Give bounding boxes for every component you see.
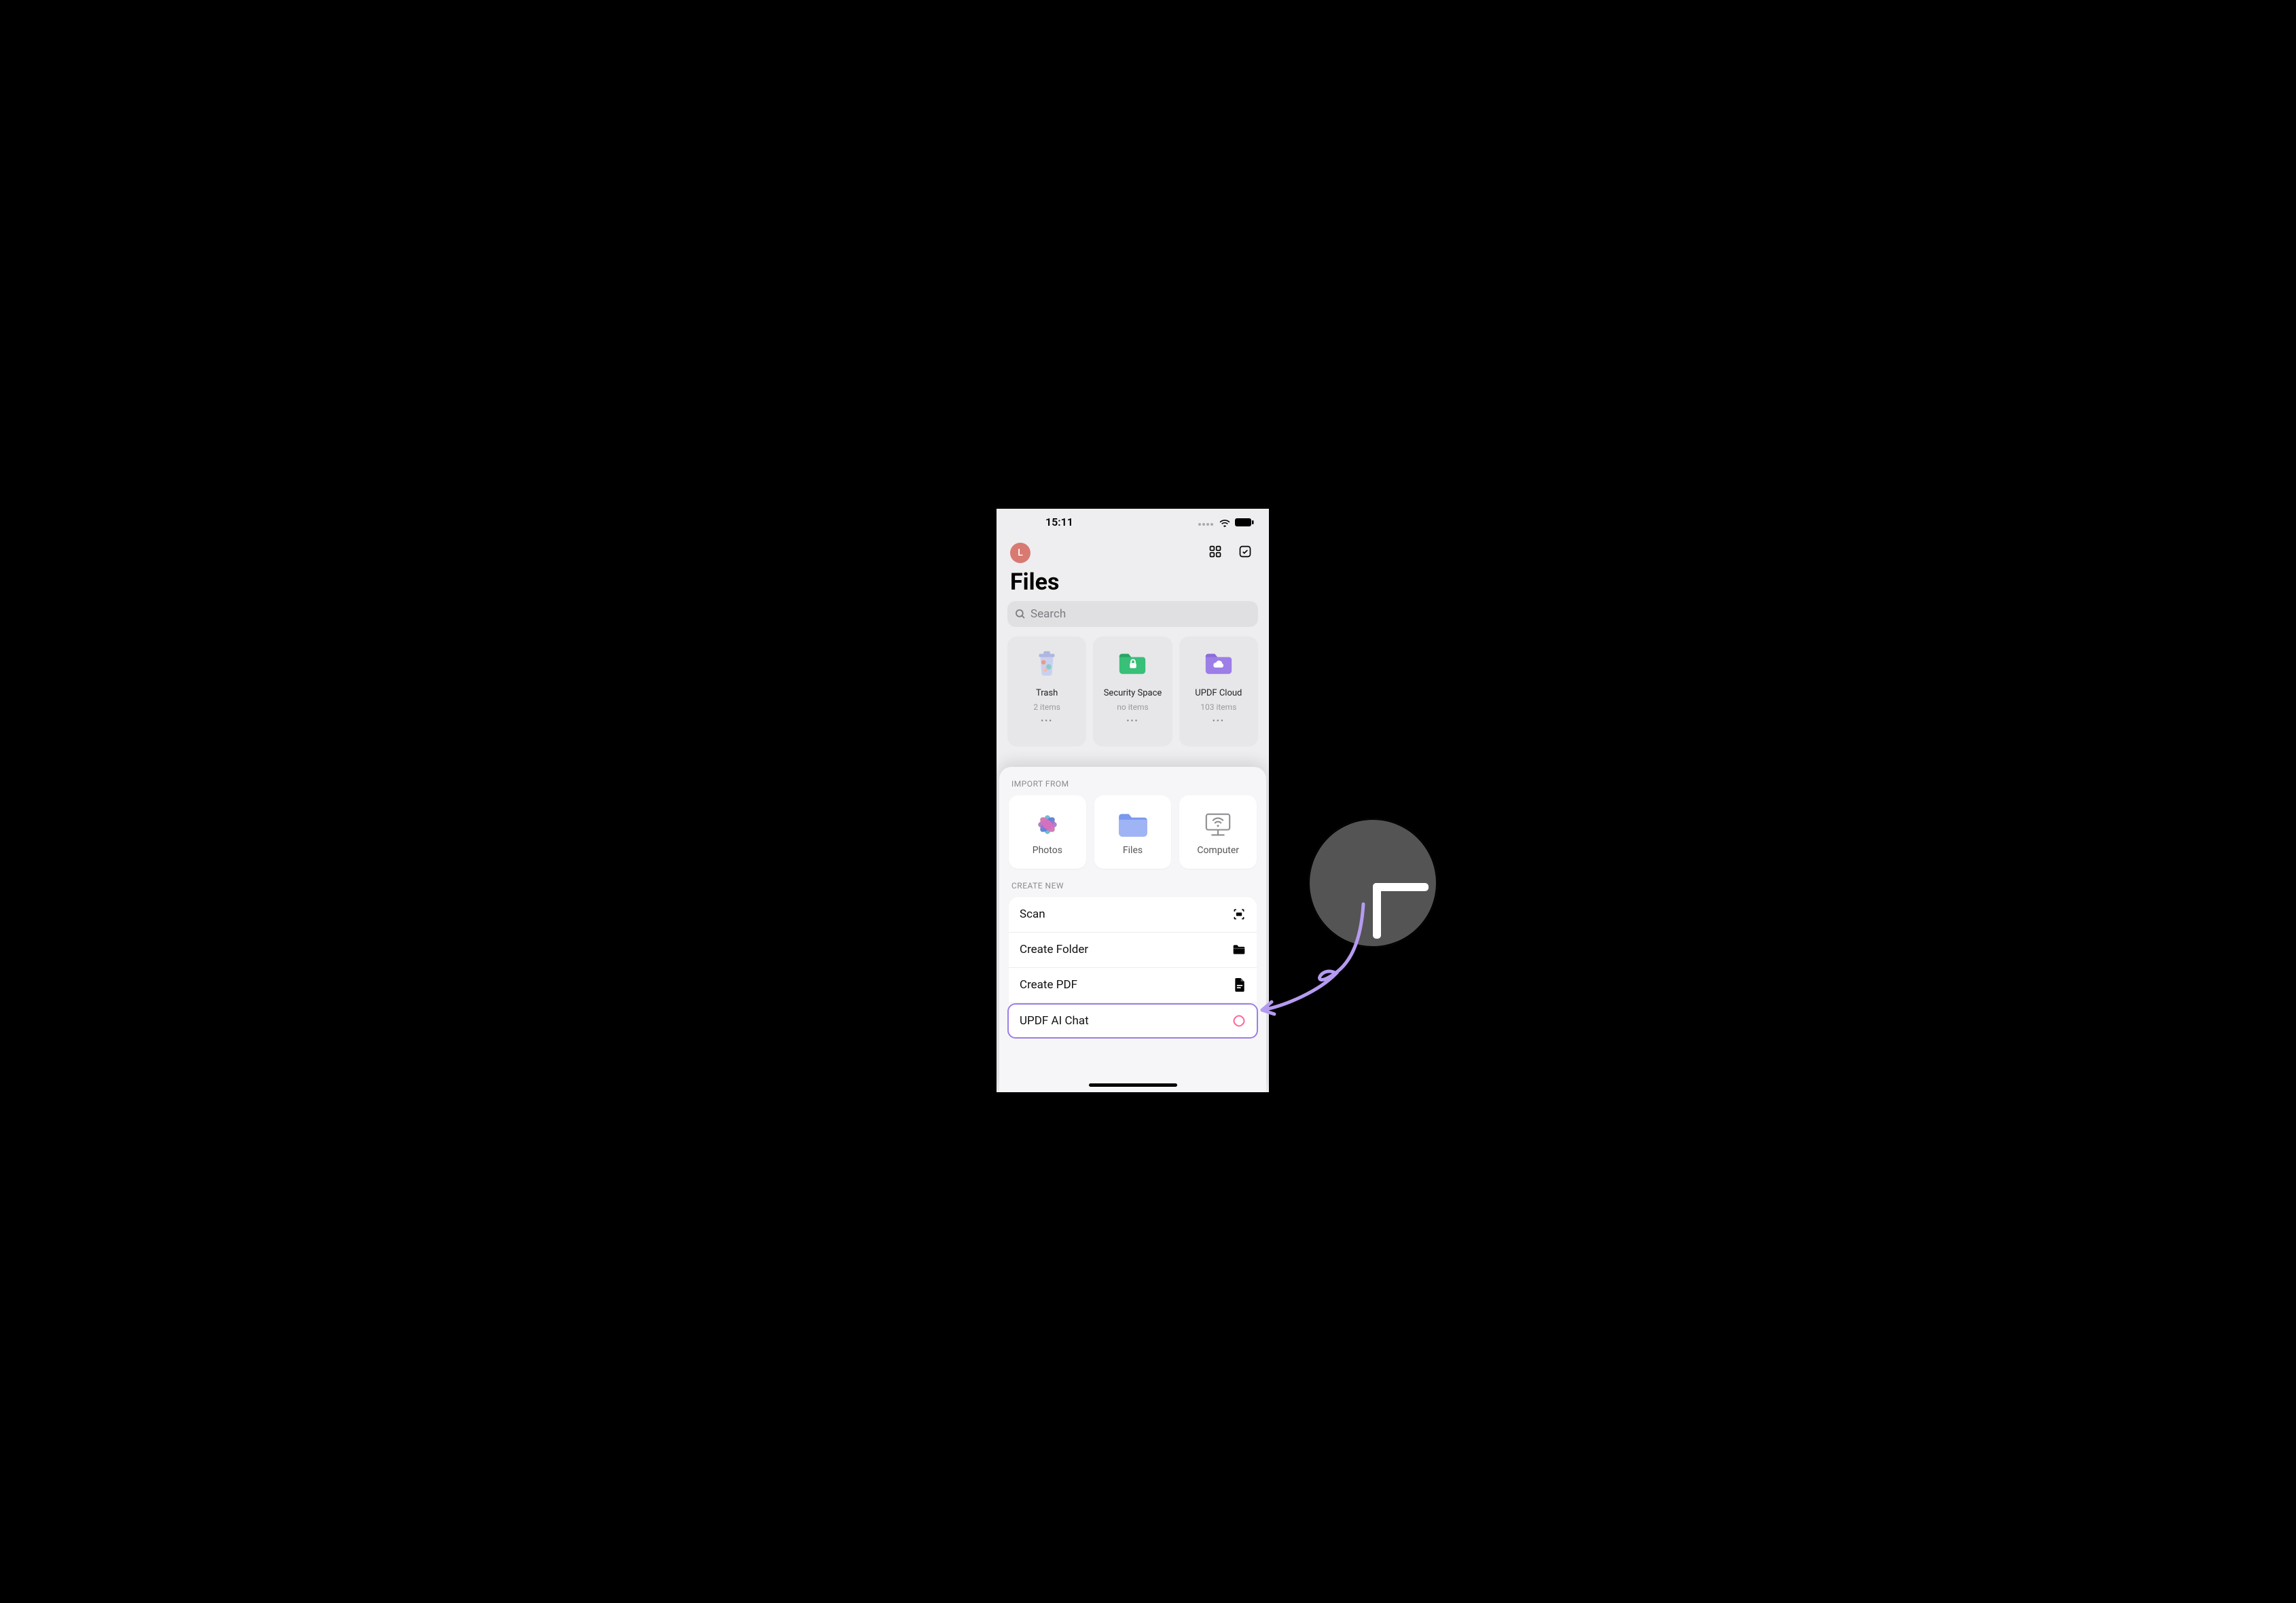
more-icon[interactable]: •••	[1213, 716, 1225, 725]
files-folder-icon	[1116, 808, 1150, 841]
status-bar: 15:11	[997, 509, 1269, 536]
select-button[interactable]	[1235, 543, 1255, 563]
import-label: Files	[1123, 845, 1143, 856]
status-time: 15:11	[1045, 516, 1073, 528]
import-from-label: IMPORT FROM	[1011, 779, 1255, 789]
grid-view-button[interactable]	[1205, 543, 1225, 563]
import-photos[interactable]: Photos	[1009, 795, 1086, 869]
ai-chat-icon	[1232, 1014, 1246, 1028]
battery-icon	[1235, 518, 1254, 527]
more-icon[interactable]: •••	[1126, 716, 1138, 725]
create-item-label: Scan	[1020, 907, 1045, 921]
import-files[interactable]: Files	[1094, 795, 1172, 869]
folder-security-space[interactable]: Security Space no items •••	[1093, 636, 1172, 746]
home-indicator	[1089, 1083, 1177, 1087]
create-item-label: Create Folder	[1020, 943, 1088, 956]
search-placeholder: Search	[1030, 607, 1066, 621]
search-icon	[1014, 608, 1026, 620]
folder-title: UPDF Cloud	[1195, 688, 1242, 698]
avatar[interactable]: L	[1010, 543, 1030, 563]
folder-subtitle: 2 items	[1033, 702, 1060, 712]
check-square-icon	[1238, 545, 1252, 561]
status-indicators	[1198, 516, 1254, 528]
create-item-label: Create PDF	[1020, 978, 1077, 992]
folder-title: Security Space	[1104, 688, 1162, 698]
page-title: Files	[997, 567, 1269, 601]
folder-subtitle: no items	[1117, 702, 1148, 712]
bottom-sheet: IMPORT FROM	[999, 767, 1266, 1092]
scan-icon	[1232, 907, 1246, 921]
folder-subtitle: 103 items	[1200, 702, 1236, 712]
create-pdf[interactable]: Create PDF	[1009, 968, 1257, 1003]
add-fab-callout[interactable]	[1306, 816, 1440, 950]
folder-title: Trash	[1036, 688, 1058, 698]
grid-icon	[1208, 545, 1222, 561]
create-updf-ai-chat[interactable]: UPDF AI Chat	[1007, 1003, 1258, 1039]
pdf-file-icon	[1234, 978, 1246, 992]
cloud-folder-icon	[1202, 646, 1236, 680]
more-icon[interactable]: •••	[1041, 716, 1053, 725]
create-item-label: UPDF AI Chat	[1020, 1014, 1089, 1028]
secure-folder-icon	[1115, 646, 1149, 680]
photos-icon	[1033, 808, 1062, 841]
phone-frame: 15:11 L	[997, 509, 1269, 1092]
search-input[interactable]: Search	[1007, 601, 1258, 627]
create-folder[interactable]: Create Folder	[1009, 933, 1257, 968]
folder-updf-cloud[interactable]: UPDF Cloud 103 items •••	[1179, 636, 1258, 746]
import-row: Photos Files	[1009, 795, 1257, 869]
wifi-icon	[1219, 518, 1231, 527]
trash-icon	[1030, 646, 1064, 680]
folders-row: Trash 2 items ••• Security Space no item…	[997, 627, 1269, 751]
create-scan[interactable]: Scan	[1009, 897, 1257, 933]
import-label: Photos	[1033, 845, 1062, 856]
import-label: Computer	[1197, 845, 1239, 856]
create-list: Scan Create Folder	[1009, 897, 1257, 1039]
header-row: L	[997, 536, 1269, 567]
computer-icon	[1202, 808, 1234, 841]
folder-icon	[1232, 943, 1246, 956]
create-new-label: CREATE NEW	[1011, 881, 1255, 890]
import-computer[interactable]: Computer	[1179, 795, 1257, 869]
folder-trash[interactable]: Trash 2 items •••	[1007, 636, 1086, 746]
cellular-dots-icon	[1198, 516, 1215, 528]
